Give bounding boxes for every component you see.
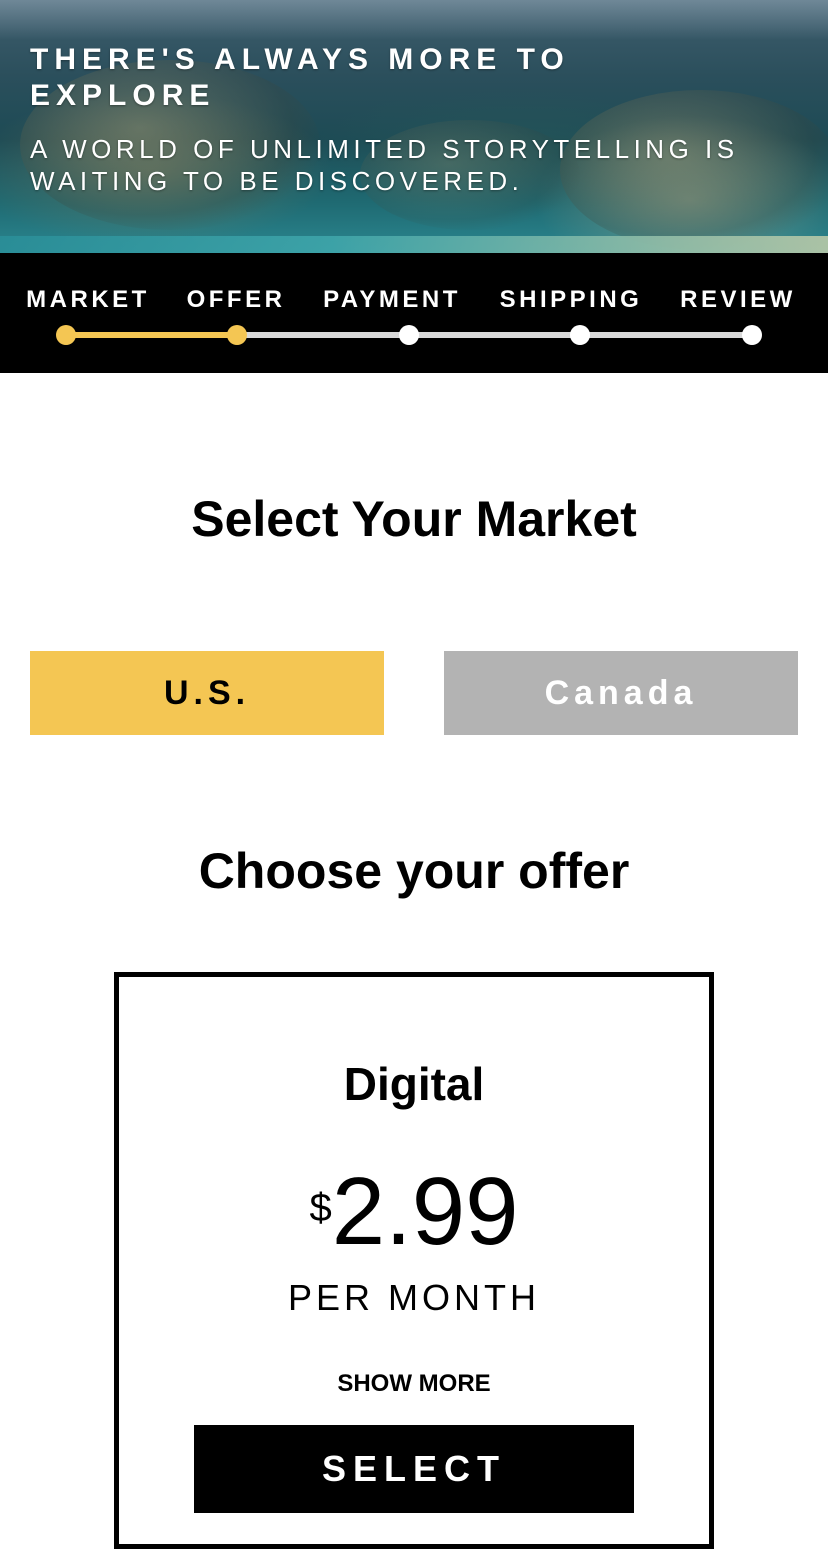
step-market[interactable]: MARKET	[26, 286, 150, 316]
price-amount: 2.99	[331, 1158, 519, 1265]
offer-card-digital: Digital $2.99 PER MONTH SHOW MORE SELECT	[114, 972, 714, 1549]
step-dot-payment	[399, 325, 419, 345]
step-dot-market	[56, 325, 76, 345]
step-dot-review	[742, 325, 762, 345]
show-more-link[interactable]: SHOW MORE	[119, 1370, 709, 1398]
market-canada-button[interactable]: Canada	[444, 651, 798, 735]
offer-heading: Choose your offer	[198, 843, 630, 899]
step-payment[interactable]: PAYMENT	[323, 286, 461, 316]
checkout-stepper: MARKET OFFER PAYMENT SHIPPING REVIEW	[0, 253, 828, 373]
hero-bottom-strip	[0, 236, 828, 253]
currency-symbol: $	[309, 1186, 332, 1230]
price-period: PER MONTH	[288, 1277, 540, 1318]
step-shipping[interactable]: SHIPPING	[500, 286, 643, 316]
offer-name: Digital	[343, 1058, 485, 1110]
progress-fill	[66, 332, 238, 338]
offer-price: $2.99	[119, 1164, 709, 1285]
step-dot-offer	[227, 325, 247, 345]
market-us-button[interactable]: U.S.	[30, 651, 384, 735]
select-offer-button[interactable]: SELECT	[194, 1425, 634, 1513]
hero-banner: THERE'S ALWAYS MORE TO EXPLORE A WORLD O…	[0, 0, 828, 253]
hero-title: THERE'S ALWAYS MORE TO EXPLORE	[30, 43, 570, 112]
step-dot-shipping	[570, 325, 590, 345]
market-heading: Select Your Market	[191, 491, 637, 547]
step-review[interactable]: REVIEW	[680, 286, 796, 316]
water-surface	[0, 0, 828, 40]
step-offer[interactable]: OFFER	[187, 286, 286, 316]
hero-subtitle: A WORLD OF UNLIMITED STORYTELLING IS WAI…	[30, 134, 739, 196]
